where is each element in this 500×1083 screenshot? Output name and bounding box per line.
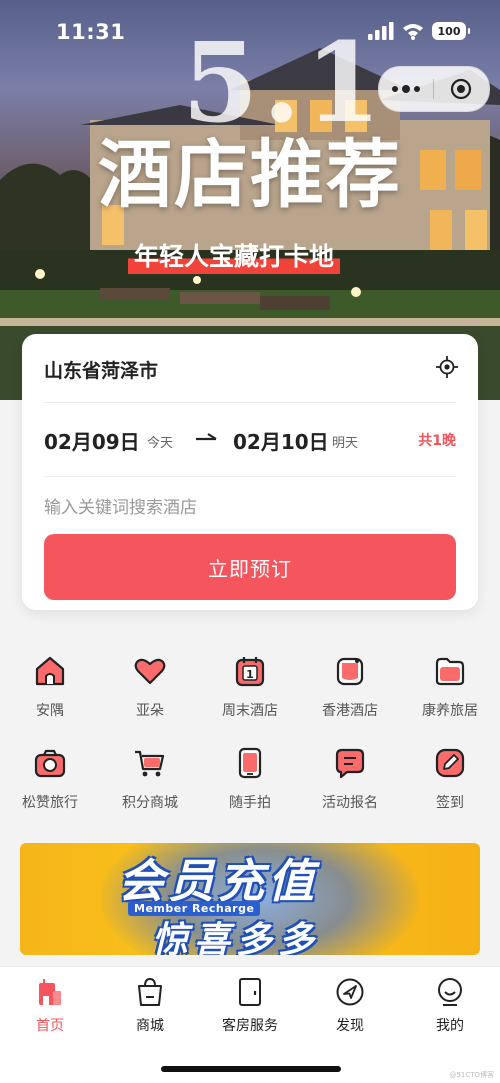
service-label: 周末酒店 <box>222 703 278 719</box>
tab-label: 首页 <box>36 1018 64 1034</box>
service-label: 安隅 <box>36 703 64 719</box>
service-row: 安隅 亚朵 1 周末酒店 香港酒店 康养旅居 <box>0 650 500 742</box>
service-event-signup[interactable]: 活动报名 <box>300 742 400 834</box>
hero-subtitle: 年轻人宝藏打卡地 <box>128 240 341 274</box>
card-divider <box>44 476 456 477</box>
service-hongkong-hotel[interactable]: 香港酒店 <box>300 650 400 742</box>
hotel-search-input[interactable] <box>44 498 444 518</box>
tab-mall[interactable]: 商城 <box>100 977 200 1035</box>
tab-label: 商城 <box>136 1018 164 1034</box>
check-in-date[interactable]: 02月09日 <box>44 426 140 455</box>
bag-icon <box>336 657 364 686</box>
hero-number: 5.1 <box>182 18 386 147</box>
city-selector[interactable]: 山东省菏泽市 <box>44 356 158 383</box>
camera-icon <box>34 749 66 778</box>
chat-icon <box>335 748 365 779</box>
svg-text:1: 1 <box>246 668 254 681</box>
folder-icon <box>435 657 465 686</box>
service-label: 签到 <box>436 795 464 811</box>
cart-icon <box>135 750 165 777</box>
service-songzan-travel[interactable]: 松赞旅行 <box>0 742 100 834</box>
service-label: 康养旅居 <box>422 703 478 719</box>
tab-profile[interactable]: 我的 <box>400 977 500 1035</box>
door-icon <box>239 978 261 1006</box>
service-points-mall[interactable]: 积分商城 <box>100 742 200 834</box>
tab-label: 发现 <box>336 1018 364 1034</box>
arrow-right-icon <box>196 433 217 441</box>
check-out-date[interactable]: 02月10日 <box>233 426 329 455</box>
wifi-icon <box>403 24 423 40</box>
home-indicator <box>161 1066 341 1072</box>
banner-slogan: 惊喜多多 <box>152 920 321 955</box>
watermark: @51CTO博客 <box>449 1071 494 1079</box>
tab-discover[interactable]: 发现 <box>300 977 400 1035</box>
date-range-selector[interactable]: 02月09日 今天 02月10日 明天 共1晚 <box>44 424 456 454</box>
member-recharge-banner[interactable]: 会员充值 Member Recharge 惊喜多多 <box>20 843 480 955</box>
edit-icon <box>435 748 465 778</box>
service-anyu[interactable]: 安隅 <box>0 650 100 742</box>
mini-program-capsule <box>378 66 490 112</box>
service-label: 亚朵 <box>136 703 164 719</box>
tab-home[interactable]: 首页 <box>0 977 100 1035</box>
check-in-tag: 今天 <box>147 436 174 451</box>
hero-title: 酒店推荐 <box>98 132 402 218</box>
shopping-bag-icon <box>138 977 162 1006</box>
service-row: 松赞旅行 积分商城 随手拍 活动报名 签到 <box>0 742 500 834</box>
tab-room-service[interactable]: 客房服务 <box>200 977 300 1035</box>
service-snapshot[interactable]: 随手拍 <box>200 742 300 834</box>
compass-icon <box>336 978 364 1006</box>
service-label: 香港酒店 <box>322 703 378 719</box>
nights-count: 共1晚 <box>418 433 456 449</box>
user-icon <box>438 978 462 1006</box>
service-check-in[interactable]: 签到 <box>400 742 500 834</box>
card-divider <box>44 402 456 403</box>
service-wellness-stay[interactable]: 康养旅居 <box>400 650 500 742</box>
service-label: 活动报名 <box>322 795 378 811</box>
close-target-icon[interactable] <box>434 78 488 100</box>
tab-label: 我的 <box>436 1018 464 1034</box>
check-out-tag: 明天 <box>332 436 359 451</box>
service-grid: 安隅 亚朵 1 周末酒店 香港酒店 康养旅居 松赞旅行 积分商城 随手拍 活动报… <box>0 650 500 834</box>
status-time: 11:31 <box>56 20 126 44</box>
service-weekend-hotel[interactable]: 1 周末酒店 <box>200 650 300 742</box>
tab-label: 客房服务 <box>222 1018 278 1034</box>
phone-icon <box>238 747 262 779</box>
home-icon <box>39 979 61 1005</box>
calendar-icon: 1 <box>235 657 265 687</box>
battery-icon: 100 <box>432 22 470 40</box>
locate-icon[interactable] <box>436 356 458 378</box>
book-now-button[interactable]: 立即预订 <box>44 534 456 600</box>
service-label: 积分商城 <box>122 795 178 811</box>
service-label: 随手拍 <box>229 795 271 811</box>
service-yaduo[interactable]: 亚朵 <box>100 650 200 742</box>
service-label: 松赞旅行 <box>22 795 78 811</box>
more-menu-icon[interactable] <box>379 85 433 93</box>
house-icon <box>35 656 65 686</box>
booking-card: 山东省菏泽市 02月09日 今天 02月10日 明天 共1晚 立即预订 <box>22 334 478 610</box>
heart-icon <box>134 658 166 685</box>
